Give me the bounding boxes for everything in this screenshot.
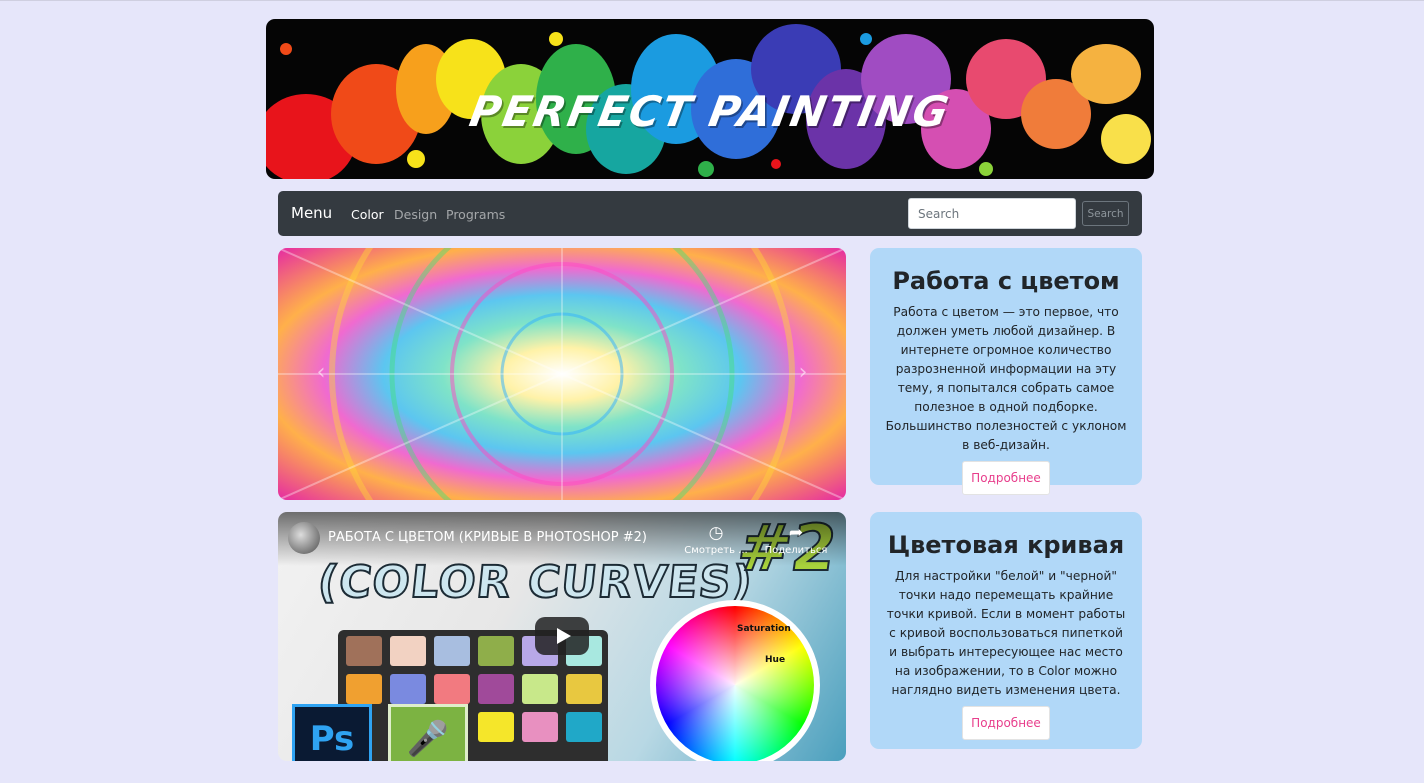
play-button[interactable]: [535, 617, 589, 655]
microphone-icon: 🎤: [388, 704, 468, 761]
youtube-video-embed[interactable]: (COLOR CURVES) #2 Ps 🎤 Saturation Hue РА…: [278, 512, 846, 761]
header-banner: PERFECT PAINTING: [266, 19, 1154, 179]
video-title[interactable]: РАБОТА С ЦВЕТОМ (КРИВЫЕ В PHOTOSHOP #2): [328, 530, 647, 545]
site-logo-title: PERFECT PAINTING: [465, 87, 955, 136]
card-text: Работа с цветом — это первое, что должен…: [885, 305, 1127, 452]
nav-link-color[interactable]: Color: [351, 207, 384, 222]
clock-icon: ◷: [708, 523, 724, 543]
nav-link-design[interactable]: Design: [394, 207, 437, 222]
nav-link-programs[interactable]: Programs: [446, 207, 505, 222]
carousel-slide-image: [278, 248, 846, 500]
more-button[interactable]: Подробнее: [962, 706, 1050, 740]
carousel-next-button[interactable]: ›: [788, 358, 818, 388]
info-card-color-work: Работа с цветом Работа с цветом — это пе…: [870, 248, 1142, 495]
watch-later-label: Смотреть ...: [684, 545, 748, 556]
info-card-color-curve: Цветовая кривая Для настройки "белой" и …: [870, 512, 1142, 749]
share-label: Поделиться: [764, 545, 828, 556]
main-navbar: Menu Color Design Programs Search: [278, 191, 1142, 236]
carousel-prev-button[interactable]: ‹: [306, 358, 336, 388]
image-carousel: ‹ ›: [278, 248, 846, 500]
chevron-right-icon: ›: [798, 360, 808, 385]
card-title: Работа с цветом: [892, 267, 1120, 295]
navbar-brand[interactable]: Menu: [291, 204, 332, 222]
watch-later-button[interactable]: ◷ Смотреть ...: [681, 523, 751, 556]
share-button[interactable]: ➦ Поделиться: [761, 523, 831, 556]
search-input[interactable]: [908, 198, 1076, 229]
wheel-hue-label: Hue: [765, 655, 786, 665]
color-wheel-graphic: [650, 600, 820, 761]
card-title: Цветовая кривая: [887, 531, 1125, 559]
channel-avatar[interactable]: [288, 522, 320, 554]
card-text: Для настройки "белой" и "черной" точки н…: [886, 569, 1126, 697]
more-button[interactable]: Подробнее: [962, 461, 1050, 495]
share-arrow-icon: ➦: [788, 523, 804, 543]
wheel-saturation-label: Saturation: [737, 624, 791, 634]
search-button[interactable]: Search: [1082, 201, 1129, 226]
chevron-left-icon: ‹: [316, 360, 326, 385]
photoshop-logo-icon: Ps: [292, 704, 372, 761]
